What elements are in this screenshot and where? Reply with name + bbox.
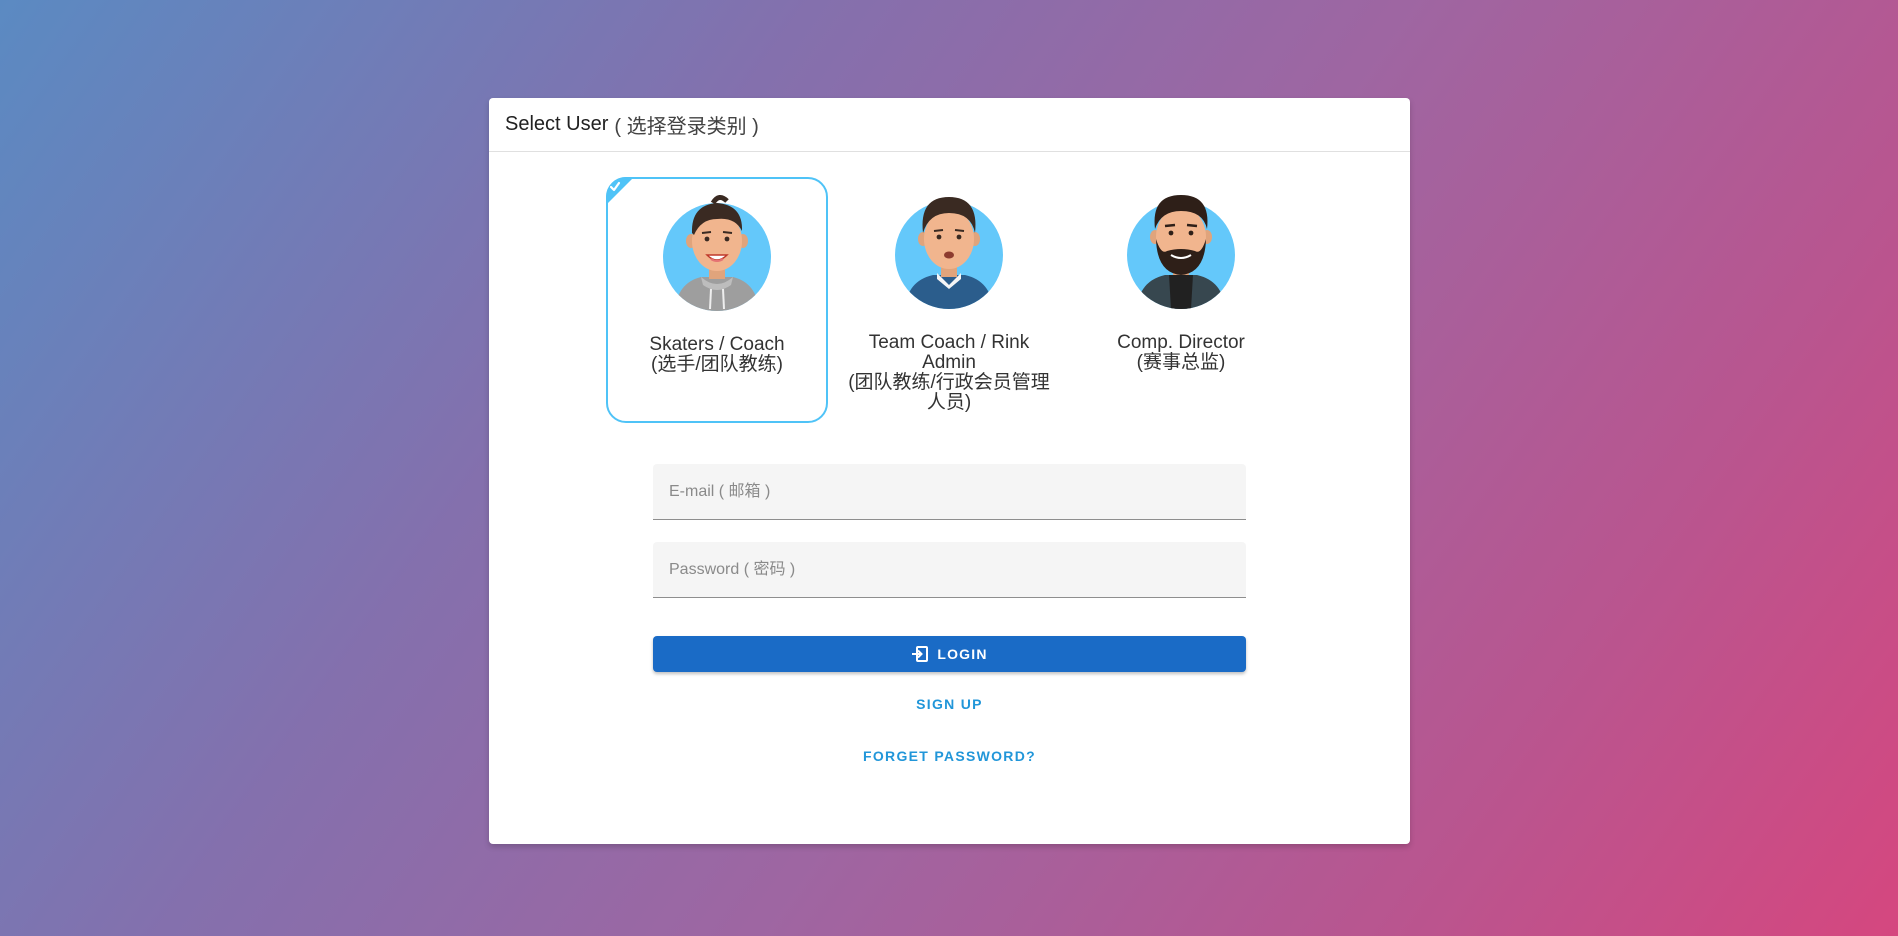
email-field[interactable] [653, 464, 1246, 520]
login-button[interactable]: LOGIN [653, 636, 1246, 672]
email-input[interactable] [653, 464, 1246, 519]
user-type-selector: Skaters / Coach (选手/团队教练) Team Coach / R… [489, 177, 1410, 423]
card-subtitle: ( 选择登录类别 ) [614, 116, 759, 138]
user-option-comp-director[interactable]: Comp. Director (赛事总监) [1070, 177, 1292, 423]
login-label: LOGIN [937, 646, 988, 662]
login-card: Select User ( 选择登录类别 ) Skaters / Coach (… [489, 98, 1410, 844]
user-option-skaters-coach[interactable]: Skaters / Coach (选手/团队教练) [606, 177, 828, 423]
password-field[interactable] [653, 542, 1246, 598]
card-title: Select User [505, 113, 609, 135]
user-option-label: Team Coach / Rink Admin (团队教练/行政会员管理人员) [848, 332, 1050, 413]
user-option-label: Comp. Director (赛事总监) [1117, 332, 1245, 373]
user-option-label: Skaters / Coach (选手/团队教练) [649, 334, 785, 375]
bearded-man-avatar [1125, 189, 1237, 309]
user-option-team-coach-rink-admin[interactable]: Team Coach / Rink Admin (团队教练/行政会员管理人员) [838, 177, 1060, 423]
selected-check-icon [606, 177, 634, 205]
young-man-hoodie-avatar [661, 191, 773, 311]
card-header: Select User ( 选择登录类别 ) [489, 98, 1410, 152]
forgot-password-link[interactable]: FORGET PASSWORD? [489, 748, 1410, 764]
sign-up-button[interactable]: SIGN UP [489, 696, 1410, 712]
login-icon [911, 645, 929, 663]
password-input[interactable] [653, 542, 1246, 597]
man-collared-shirt-avatar [893, 189, 1005, 309]
